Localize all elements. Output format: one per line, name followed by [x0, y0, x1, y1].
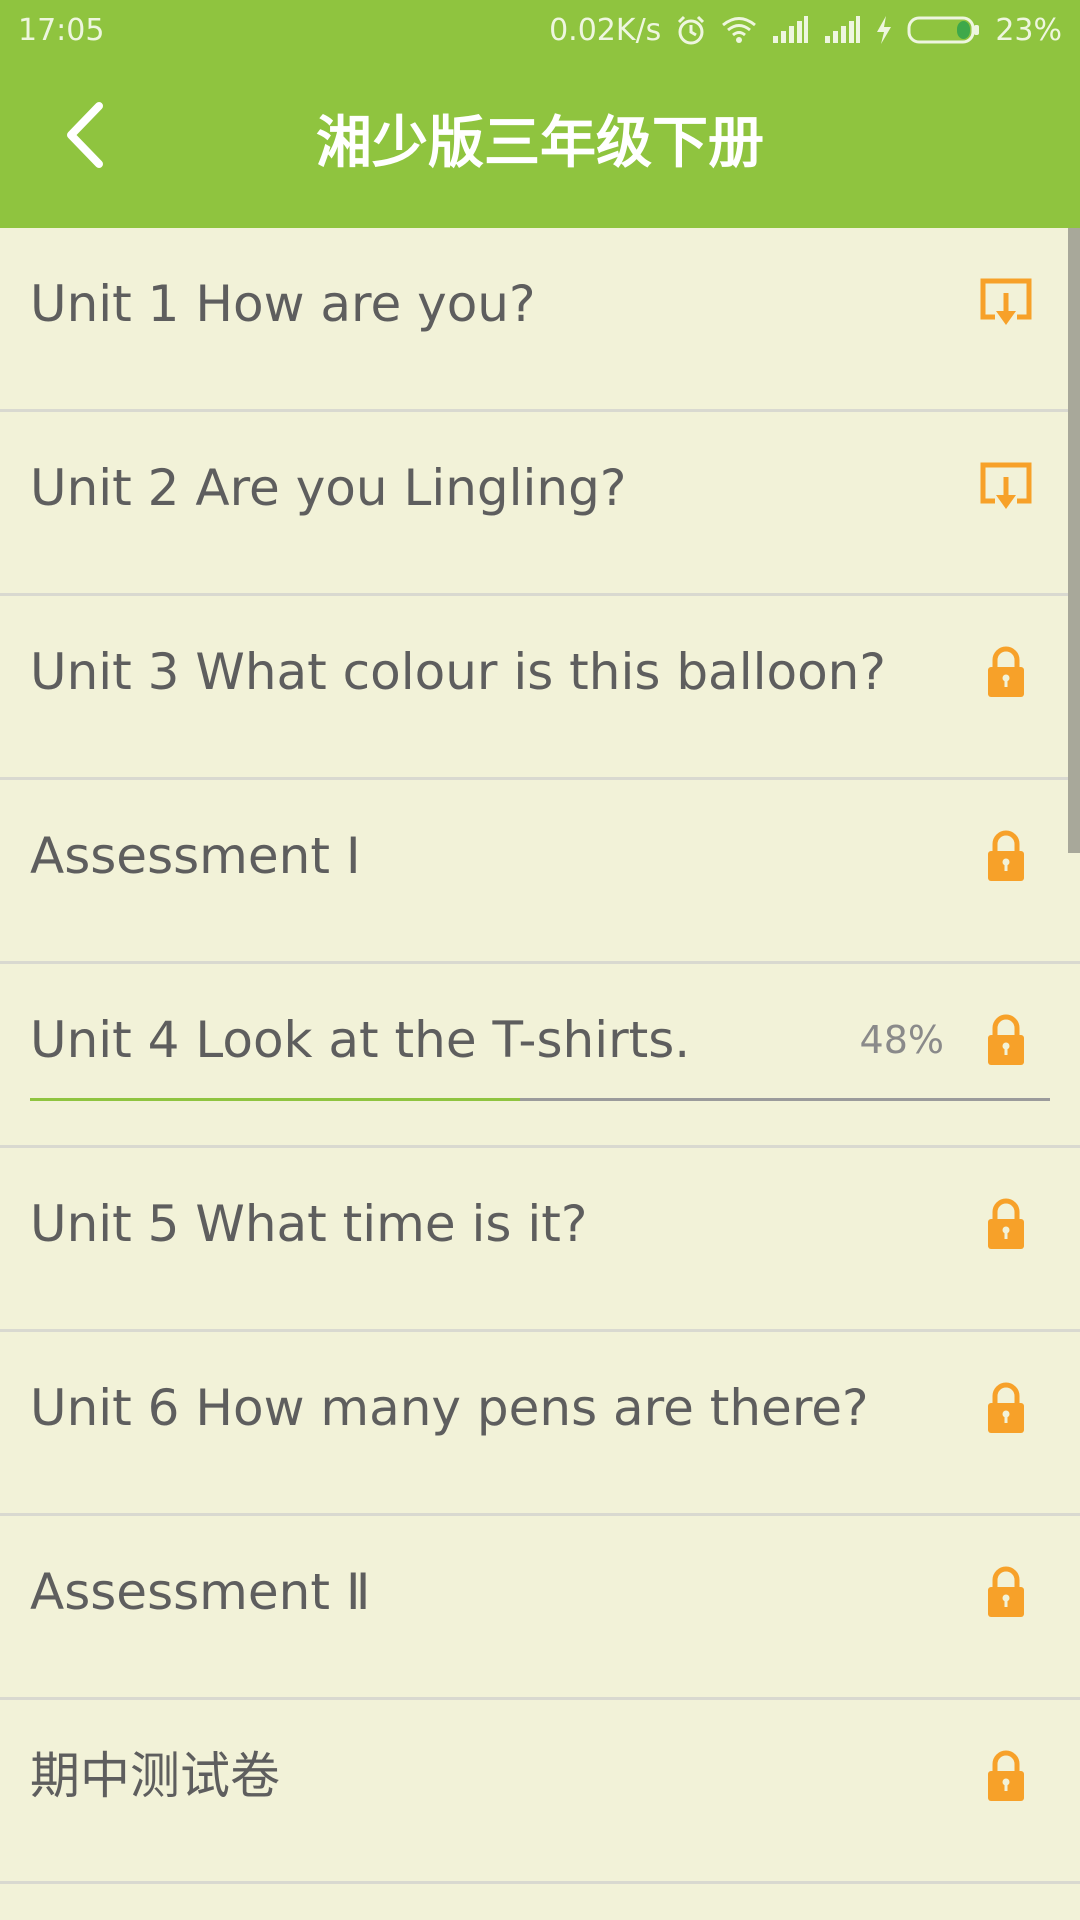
- scrollbar[interactable]: [1068, 228, 1080, 853]
- download-icon[interactable]: [976, 458, 1036, 518]
- signal-icon: [771, 16, 809, 44]
- battery-percent: 23%: [995, 12, 1062, 48]
- list-item-label: Unit 5 What time is it?: [30, 1195, 588, 1253]
- back-chevron-icon: [67, 102, 103, 168]
- lock-icon: [976, 642, 1036, 702]
- charging-icon: [875, 15, 893, 45]
- list-item-label: Unit 1 How are you?: [30, 275, 536, 333]
- list-item[interactable]: Unit 5 What time is it?: [0, 1148, 1080, 1332]
- list-item[interactable]: Assessment Ⅰ: [0, 780, 1080, 964]
- lock-icon: [976, 1010, 1036, 1070]
- progress-bar: [30, 1098, 1050, 1101]
- list-item[interactable]: Unit 4 Look at the T-shirts. 48%: [0, 964, 1080, 1148]
- progress-percent: 48%: [859, 1018, 944, 1062]
- list-item[interactable]: Unit 1 How are you?: [0, 228, 1080, 412]
- alarm-icon: [675, 14, 707, 46]
- list-item[interactable]: 期中测试卷: [0, 1700, 1080, 1884]
- unit-list: Unit 1 How are you? Unit 2 Are you Lingli…: [0, 228, 1080, 1884]
- network-speed: 0.02K/s: [549, 12, 662, 48]
- back-button[interactable]: [50, 100, 120, 170]
- signal-icon-2: [823, 16, 861, 44]
- lock-icon: [976, 1378, 1036, 1438]
- status-indicators: 0.02K/s 23%: [549, 13, 1062, 48]
- lock-icon: [976, 1562, 1036, 1622]
- list-item-label: Unit 3 What colour is this balloon?: [30, 643, 886, 701]
- screen: 17:05 0.02K/s 23% 湘少版三年级下册 Unit 1 How ar…: [0, 0, 1080, 1920]
- list-item[interactable]: Unit 2 Are you Lingling?: [0, 412, 1080, 596]
- status-time: 17:05: [18, 12, 105, 48]
- list-item-label: Unit 2 Are you Lingling?: [30, 459, 627, 517]
- lock-icon: [976, 1746, 1036, 1806]
- battery-icon: [907, 15, 981, 45]
- list-item-label: Unit 4 Look at the T-shirts.: [30, 1011, 691, 1069]
- lock-icon: [976, 1194, 1036, 1254]
- page-title: 湘少版三年级下册: [316, 111, 764, 176]
- list-item[interactable]: Unit 3 What colour is this balloon?: [0, 596, 1080, 780]
- download-icon[interactable]: [976, 274, 1036, 334]
- wifi-icon: [721, 16, 757, 44]
- list-item-label: Assessment Ⅰ: [30, 827, 361, 885]
- lock-icon: [976, 826, 1036, 886]
- list-item-label: Assessment Ⅱ: [30, 1563, 371, 1621]
- list-item-label: Unit 6 How many pens are there?: [30, 1379, 869, 1437]
- status-bar: 17:05 0.02K/s 23%: [0, 0, 1080, 60]
- app-bar: 湘少版三年级下册: [0, 60, 1080, 228]
- progress-bar-fill: [30, 1098, 520, 1101]
- list-item-label: 期中测试卷: [30, 1747, 280, 1805]
- list-item[interactable]: Unit 6 How many pens are there?: [0, 1332, 1080, 1516]
- list-item[interactable]: Assessment Ⅱ: [0, 1516, 1080, 1700]
